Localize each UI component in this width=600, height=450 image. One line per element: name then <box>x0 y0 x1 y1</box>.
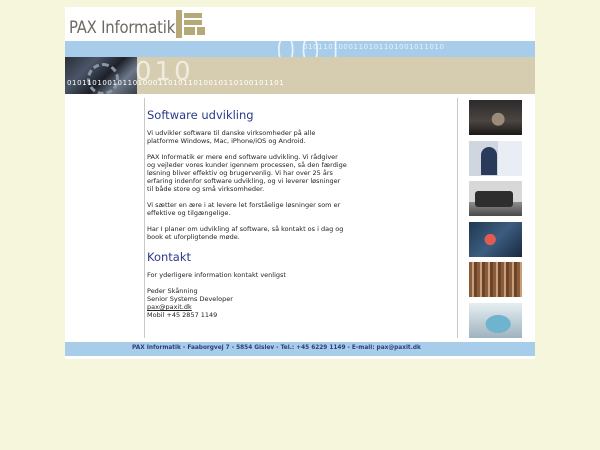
paragraph: Har I planer om udvikling af software, s… <box>147 225 344 241</box>
tan-binary-decoration: 0101101001011010001101011010010110100101… <box>67 79 285 87</box>
footer-bar: PAX Informatik - Faaborgvej 7 - 5854 Gis… <box>65 342 535 356</box>
machinery-photo <box>65 57 137 94</box>
presenter-photo <box>469 140 522 176</box>
footer-address: PAX Informatik - Faaborgvej 7 - 5854 Gis… <box>132 345 421 351</box>
contact-role: Senior Systems Developer <box>147 295 233 303</box>
piggy-bank-photo <box>469 302 522 338</box>
contact-title: Kontakt <box>147 250 192 264</box>
contact-email-line: pax@paxit.dk <box>147 303 347 311</box>
header-tan-band: 010 010110100101101000110101101001011010… <box>65 57 535 94</box>
left-divider <box>144 98 145 338</box>
archive-photo <box>469 262 522 298</box>
contact-intro: For yderligere information kontakt venli… <box>147 271 286 279</box>
contact-name: Peder Skånning <box>147 287 198 295</box>
red-light-photo <box>469 221 522 257</box>
paragraph: Vi udvikler software til danske virksomh… <box>147 129 316 145</box>
logo-mark <box>176 10 205 38</box>
main-content: Software udvikling Vi udvikler software … <box>147 108 347 319</box>
page-container: PAX Informatik 0101101000110101101001011… <box>65 7 535 359</box>
photo-column <box>469 100 522 344</box>
contact-phone: Mobil +45 2857 1149 <box>147 311 218 319</box>
handshake-photo <box>469 100 522 135</box>
section-title: Software udvikling <box>147 108 254 122</box>
email-link[interactable]: pax@paxit.dk <box>147 303 192 311</box>
laptop-photo <box>469 181 522 217</box>
right-divider <box>457 98 458 338</box>
brand-name: PAX Informatik <box>69 18 176 37</box>
paragraph: Vi sætter en ære i at levere let forståe… <box>147 201 341 217</box>
paragraph: PAX Informatik er mere end software udvi… <box>147 153 347 193</box>
